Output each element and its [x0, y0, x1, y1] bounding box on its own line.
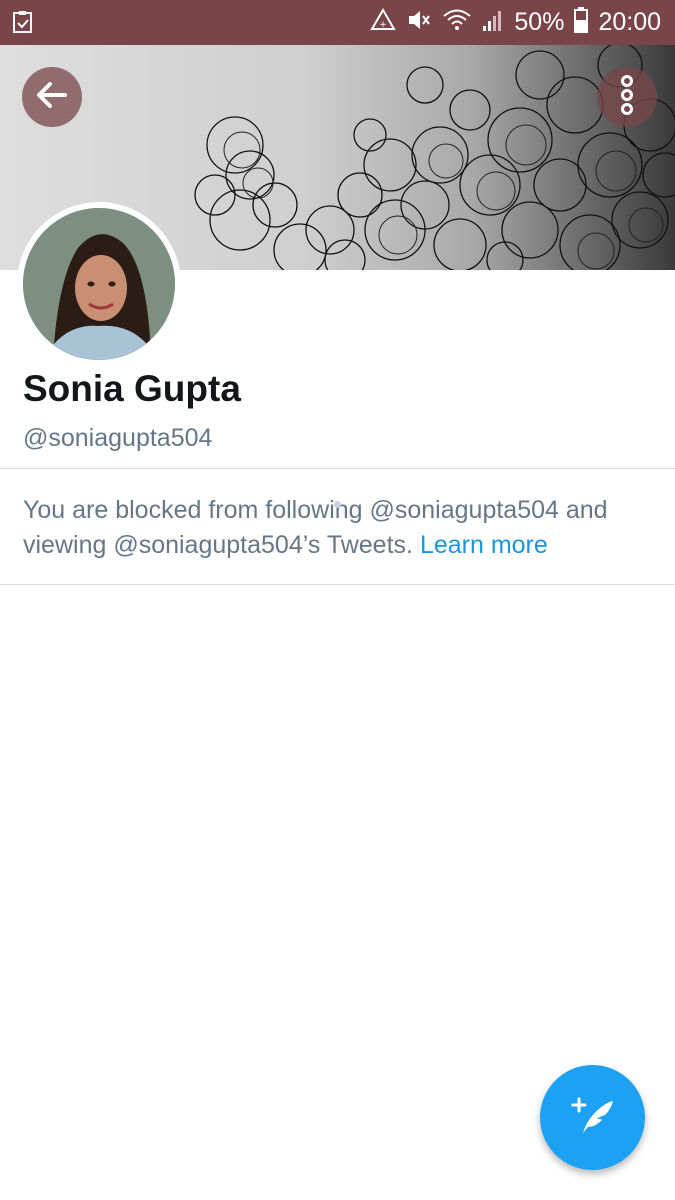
compose-feather-icon: [569, 1091, 617, 1144]
learn-more-link[interactable]: Learn more: [420, 531, 548, 559]
wifi-icon: [442, 8, 472, 37]
divider: [0, 584, 675, 585]
divider: [0, 468, 675, 469]
clock: 20:00: [598, 7, 661, 36]
profile-name: Sonia Gupta: [23, 368, 241, 409]
more-options-button[interactable]: [597, 67, 657, 127]
signal-icon: [482, 8, 504, 37]
status-bar: + 50% 20:00: [0, 0, 675, 45]
blocked-notice: You are blocked from following @soniagup…: [23, 493, 663, 563]
loading-dot: [334, 501, 341, 508]
avatar: [23, 208, 175, 360]
back-button[interactable]: [22, 67, 82, 127]
compose-tweet-button[interactable]: [540, 1065, 645, 1170]
battery-percent: 50%: [514, 7, 565, 36]
profile-handle: @soniagupta504: [23, 424, 213, 452]
mute-icon: [406, 8, 432, 37]
battery-icon: [574, 6, 589, 38]
profile-avatar[interactable]: [17, 202, 181, 366]
task-icon: [12, 10, 34, 39]
more-vertical-icon: [620, 74, 634, 120]
data-saver-icon: +: [370, 7, 397, 37]
arrow-left-icon: [35, 80, 69, 115]
svg-text:+: +: [380, 20, 388, 30]
